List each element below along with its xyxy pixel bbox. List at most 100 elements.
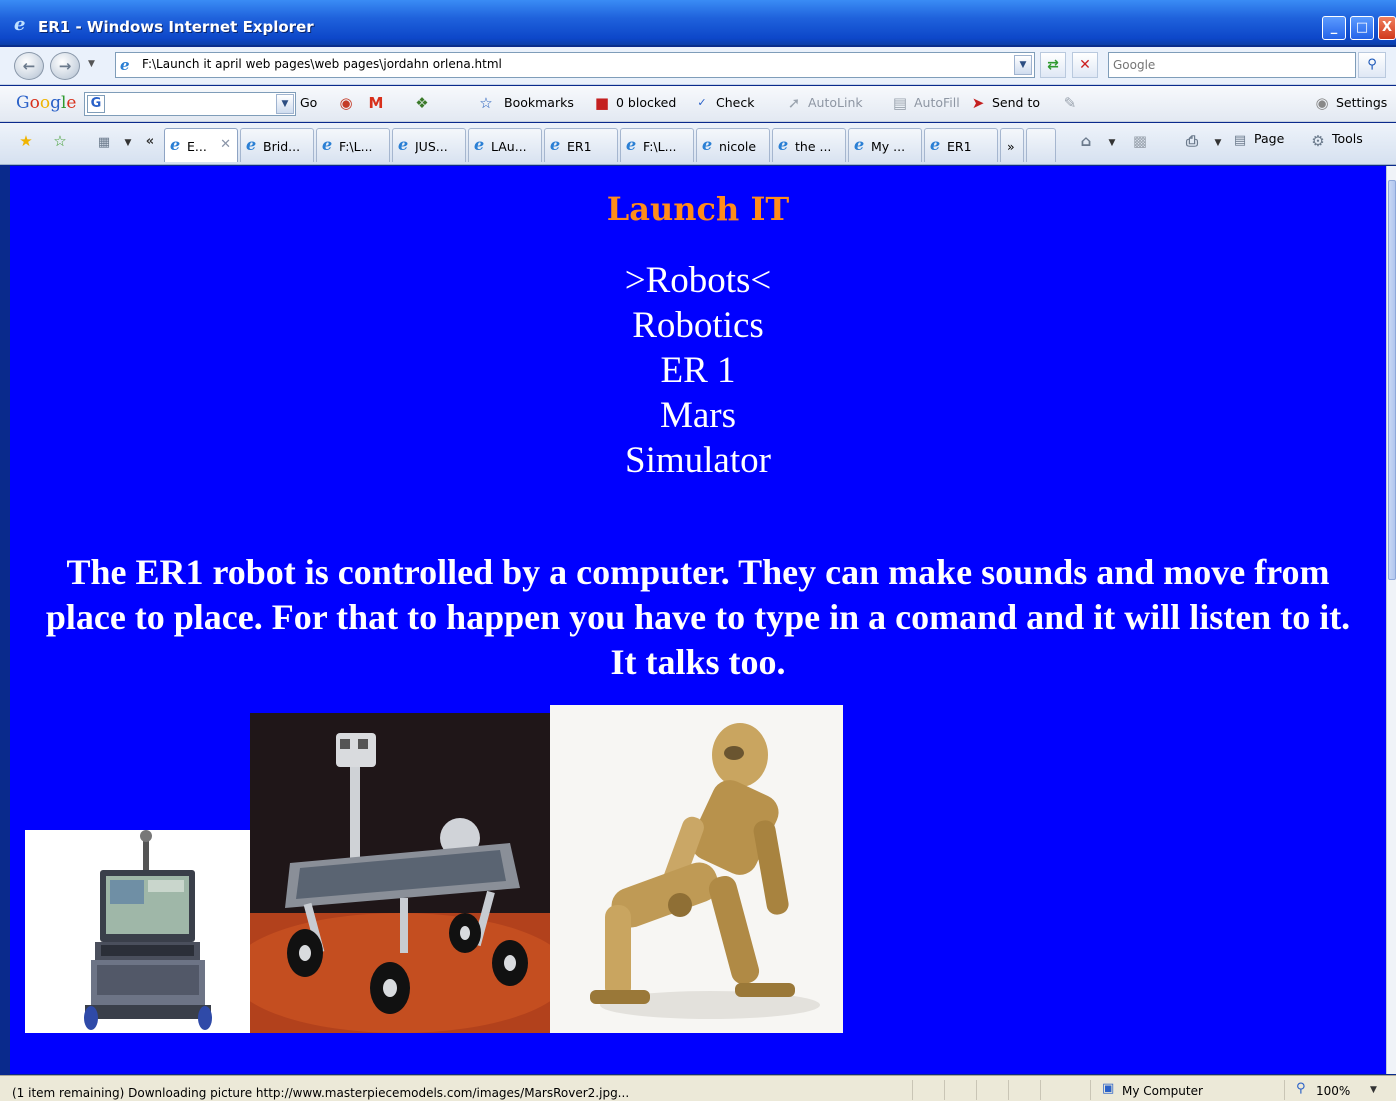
popup-blocker-icon[interactable]: ■ — [592, 93, 612, 113]
status-divider — [1090, 1080, 1091, 1100]
address-field[interactable]: e F:\Launch it april web pages\web pages… — [115, 52, 1035, 78]
page-icon: e — [930, 135, 941, 154]
tab-label: nicole — [719, 139, 757, 154]
close-tab-icon[interactable]: ✕ — [220, 137, 231, 152]
forward-button[interactable]: → — [50, 52, 80, 80]
autofill-icon[interactable]: ▤ — [890, 93, 910, 113]
print-dropdown-icon[interactable]: ▼ — [1208, 133, 1228, 153]
close-button[interactable]: X — [1378, 16, 1396, 40]
tab[interactable]: e ER1 — [544, 128, 618, 162]
autolink-button[interactable]: AutoLink — [808, 95, 863, 110]
page-menu-icon[interactable]: ▤ — [1230, 131, 1250, 151]
page-nav: >Robots< Robotics ER 1 Mars Simulator — [10, 258, 1386, 483]
chevron-down-icon[interactable]: ▼ — [276, 94, 294, 114]
tab[interactable]: e nicole — [696, 128, 770, 162]
minimize-button[interactable]: _ — [1322, 16, 1346, 40]
pagerank-icon[interactable]: ◉ — [336, 93, 356, 113]
tab[interactable]: e LAu... — [468, 128, 542, 162]
tab-more[interactable]: » — [1000, 128, 1024, 162]
status-divider — [976, 1080, 977, 1100]
gmail-icon[interactable]: M — [366, 93, 386, 113]
maximize-button[interactable]: □ — [1350, 16, 1374, 40]
nav-link-robots[interactable]: >Robots< — [10, 258, 1386, 303]
tab[interactable]: e F:\L... — [620, 128, 694, 162]
zoom-dropdown-icon[interactable]: ▼ — [1370, 1085, 1377, 1095]
send-to-button[interactable]: Send to — [992, 95, 1040, 110]
print-icon[interactable]: ⎙ — [1182, 131, 1202, 151]
status-bar: (1 item remaining) Downloading picture h… — [0, 1075, 1396, 1101]
tab-label: ER1 — [947, 139, 972, 154]
vertical-scrollbar[interactable] — [1386, 166, 1396, 1074]
page-icon: e — [246, 135, 257, 154]
tab[interactable]: e JUS... — [392, 128, 466, 162]
page-menu-button[interactable]: Page — [1254, 131, 1284, 146]
search-box[interactable] — [1108, 52, 1356, 78]
search-icon[interactable]: ⚲ — [1358, 52, 1386, 78]
nav-link-simulator[interactable]: Simulator — [10, 438, 1386, 483]
status-divider — [944, 1080, 945, 1100]
back-button[interactable]: ← — [14, 52, 44, 80]
tab-label: the ... — [795, 139, 832, 154]
google-g-icon[interactable]: G — [87, 95, 105, 113]
settings-icon[interactable]: ◉ — [1312, 93, 1332, 113]
url-text[interactable]: F:\Launch it april web pages\web pages\j… — [142, 57, 502, 71]
bookmark-star-icon[interactable]: ☆ — [476, 93, 496, 113]
stop-icon[interactable]: ✕ — [1072, 52, 1098, 78]
favorites-star-icon[interactable]: ★ — [16, 131, 36, 151]
history-dropdown-icon[interactable]: ▼ — [88, 59, 95, 69]
google-toolbar: Google G ▼ Go ◉ M ❖ ☆ Bookmarks ■ 0 bloc… — [0, 86, 1396, 122]
security-zone: My Computer — [1122, 1084, 1203, 1098]
zoom-level[interactable]: 100% — [1316, 1084, 1350, 1098]
quick-tabs-icon[interactable]: ▦ — [94, 133, 114, 153]
tab[interactable]: e Brid... — [240, 128, 314, 162]
spellcheck-icon[interactable]: ✓ — [692, 93, 712, 113]
highlighter-icon[interactable]: ✎ — [1060, 93, 1080, 113]
chevron-down-icon[interactable]: ▼ — [1014, 55, 1032, 75]
tab[interactable]: e F:\L... — [316, 128, 390, 162]
scrollbar-thumb[interactable] — [1388, 180, 1396, 580]
page-icon: e — [170, 135, 181, 154]
zoom-icon[interactable]: ⚲ — [1296, 1081, 1306, 1096]
google-search-input[interactable]: G ▼ — [84, 92, 296, 116]
status-divider — [1008, 1080, 1009, 1100]
page-icon: e — [398, 135, 409, 154]
page-icon: e — [626, 135, 637, 154]
popup-blocked-button[interactable]: 0 blocked — [616, 95, 676, 110]
plugins-icon[interactable]: ❖ — [412, 93, 432, 113]
refresh-icon[interactable]: ⇄ — [1040, 52, 1066, 78]
nav-link-robotics[interactable]: Robotics — [10, 303, 1386, 348]
settings-button[interactable]: Settings — [1336, 95, 1387, 110]
add-favorites-icon[interactable]: ☆ — [50, 131, 70, 151]
tab[interactable]: e My ... — [848, 128, 922, 162]
page-icon: e — [778, 135, 789, 154]
nav-link-er1[interactable]: ER 1 — [10, 348, 1386, 393]
home-icon[interactable]: ⌂ — [1076, 131, 1096, 151]
page-icon: e — [550, 135, 561, 154]
new-tab[interactable] — [1026, 128, 1056, 162]
search-input[interactable] — [1113, 54, 1353, 76]
tab[interactable]: e ER1 — [924, 128, 998, 162]
tab-label: My ... — [871, 139, 906, 154]
tab-label: F:\L... — [643, 139, 677, 154]
send-to-icon[interactable]: ➤ — [968, 93, 988, 113]
status-divider — [912, 1080, 913, 1100]
autolink-icon[interactable]: ➚ — [784, 93, 804, 113]
check-button[interactable]: Check — [716, 95, 754, 110]
gear-icon[interactable]: ⚙ — [1308, 131, 1328, 151]
tools-menu-button[interactable]: Tools — [1332, 131, 1363, 146]
feeds-icon[interactable]: ▩ — [1130, 131, 1150, 151]
tab-active[interactable]: e E... ✕ — [164, 128, 238, 162]
title-bar: e ER1 - Windows Internet Explorer _ □ X — [0, 0, 1396, 46]
tab-label: JUS... — [415, 139, 448, 154]
page-icon: e — [702, 135, 713, 154]
bookmarks-button[interactable]: Bookmarks — [504, 95, 574, 110]
window-title: ER1 - Windows Internet Explorer — [38, 18, 314, 36]
autofill-button[interactable]: AutoFill — [914, 95, 960, 110]
window-left-border — [0, 166, 10, 1074]
go-button[interactable]: Go — [300, 95, 317, 110]
tab[interactable]: e the ... — [772, 128, 846, 162]
nav-link-mars[interactable]: Mars — [10, 393, 1386, 438]
home-dropdown-icon[interactable]: ▼ — [1102, 133, 1122, 153]
tab-scroll-left-icon[interactable]: « — [140, 132, 160, 152]
tab-list-icon[interactable]: ▼ — [118, 133, 138, 153]
